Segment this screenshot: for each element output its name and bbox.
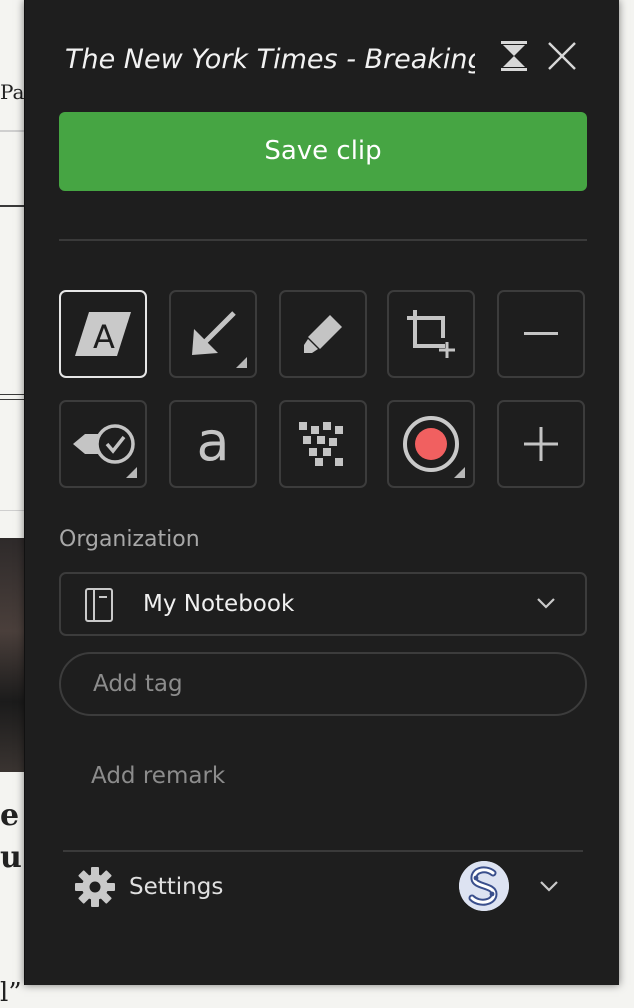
submenu-indicator: [126, 467, 137, 478]
notebook-icon: [85, 588, 113, 622]
record-icon: [403, 416, 459, 472]
add-remark-input[interactable]: [75, 752, 575, 800]
article-icon: A: [75, 312, 131, 356]
web-clipper-panel: The New York Times - Breaking News, US N…: [24, 0, 619, 985]
svg-text:a: a: [196, 420, 229, 468]
gear-icon: [75, 867, 115, 907]
save-clip-button[interactable]: Save clip: [59, 112, 587, 191]
arrow-icon: [192, 311, 236, 355]
organization-label: Organization: [59, 527, 200, 552]
stamp-tool-button[interactable]: [59, 400, 147, 488]
pixelate-icon: [299, 422, 343, 466]
section-divider: [59, 239, 587, 241]
submenu-indicator: [454, 467, 465, 478]
footer-divider: [63, 850, 583, 852]
notebook-select[interactable]: My Notebook: [59, 572, 587, 636]
notebook-name: My Notebook: [143, 591, 295, 617]
highlighter-tool-button[interactable]: [279, 290, 367, 378]
background-divider: [0, 399, 24, 400]
submenu-indicator: [236, 357, 247, 368]
text-a-icon: a: [196, 420, 229, 468]
add-tag-input[interactable]: [59, 652, 587, 716]
background-divider: [0, 394, 24, 395]
crop-tool-button[interactable]: [387, 290, 475, 378]
account-chevron-down-icon[interactable]: [540, 881, 558, 892]
plus-icon: [524, 427, 558, 461]
text-clip-tool-button[interactable]: A: [59, 290, 147, 378]
page-title: The New York Times - Breaking News, US N…: [65, 44, 475, 75]
close-icon[interactable]: [546, 40, 578, 72]
background-photo: [0, 538, 24, 772]
avatar[interactable]: [459, 861, 509, 911]
background-text-fragment: u: [0, 840, 22, 875]
background-text-fragment: Pap: [0, 80, 24, 104]
zoom-in-tool-button[interactable]: [497, 400, 585, 488]
settings-label: Settings: [129, 874, 224, 900]
hourglass-icon[interactable]: [501, 41, 527, 71]
arrow-tool-button[interactable]: [169, 290, 257, 378]
svg-text:A: A: [93, 318, 115, 356]
background-divider: [0, 510, 24, 511]
highlighter-icon: [304, 315, 342, 353]
settings-button[interactable]: Settings: [75, 864, 223, 910]
crop-icon: [407, 310, 455, 358]
background-divider: [0, 130, 24, 132]
background-text-fragment: e: [0, 798, 20, 833]
stamp-check-icon: [73, 424, 135, 464]
background-divider: [0, 205, 24, 207]
text-tool-button[interactable]: a: [169, 400, 257, 488]
pixelate-tool-button[interactable]: [279, 400, 367, 488]
zoom-out-tool-button[interactable]: [497, 290, 585, 378]
chevron-down-icon: [537, 598, 555, 609]
record-tool-button[interactable]: [387, 400, 475, 488]
minus-icon: [524, 332, 558, 335]
